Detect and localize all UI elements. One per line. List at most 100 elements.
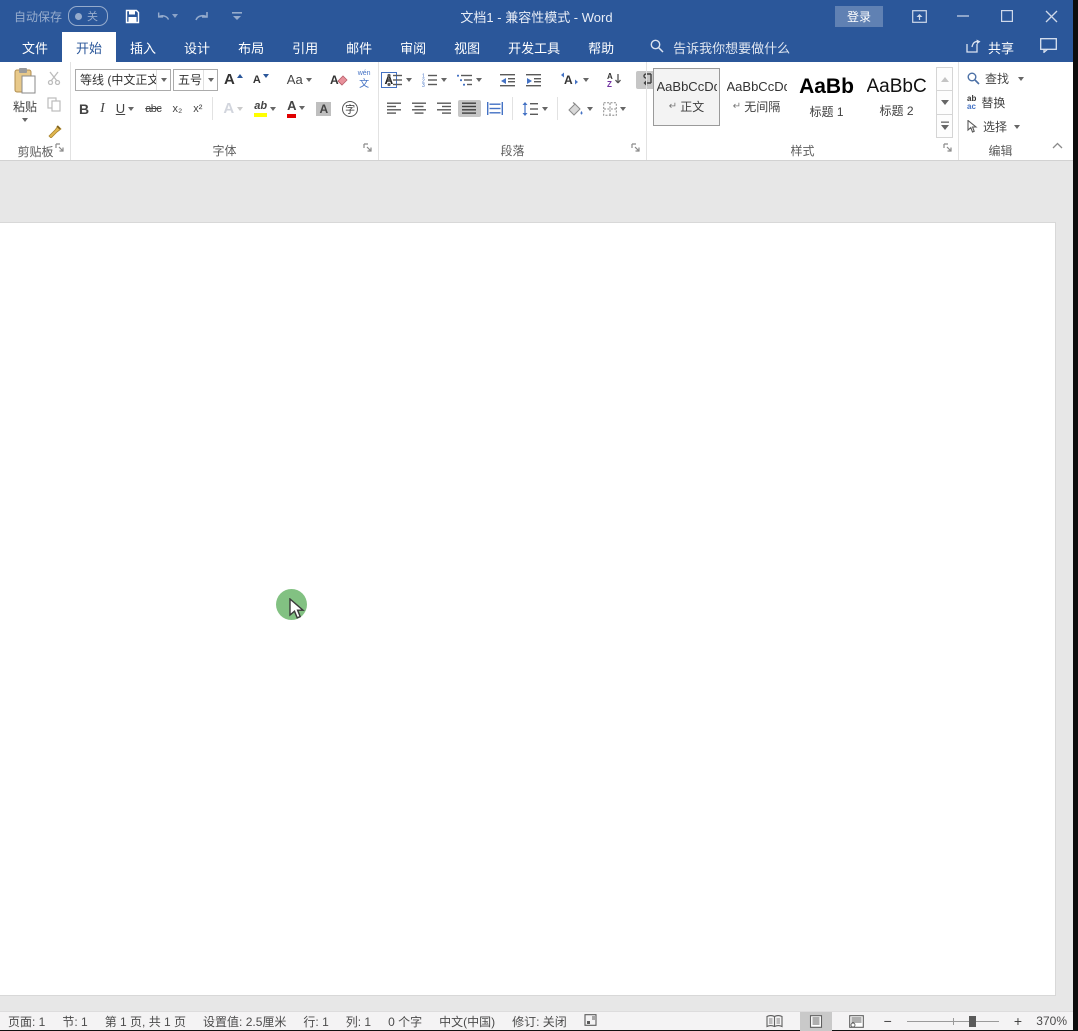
macro-record-icon[interactable] bbox=[584, 1013, 597, 1029]
tab-mailings[interactable]: 邮件 bbox=[332, 32, 386, 62]
font-size-arrow-icon[interactable] bbox=[203, 69, 217, 90]
paste-button[interactable]: 粘贴 bbox=[5, 65, 45, 143]
print-layout-icon[interactable] bbox=[799, 1011, 832, 1031]
status-page-number[interactable]: 页面: 1 bbox=[8, 1013, 45, 1030]
numbering-button[interactable]: 123 bbox=[418, 71, 451, 89]
strikethrough-button[interactable]: abc bbox=[141, 101, 165, 117]
justify-button[interactable] bbox=[458, 100, 481, 117]
text-highlight-button[interactable]: ab bbox=[250, 98, 280, 118]
paragraph-dialog-launcher-icon[interactable] bbox=[631, 142, 641, 156]
zoom-in-button[interactable]: + bbox=[1011, 1013, 1025, 1029]
clear-formatting-button[interactable]: A bbox=[326, 70, 352, 90]
status-word-count[interactable]: 0 个字 bbox=[388, 1013, 422, 1030]
tab-developer[interactable]: 开发工具 bbox=[494, 32, 574, 62]
bold-button[interactable]: B bbox=[75, 99, 93, 119]
font-color-button[interactable]: A bbox=[283, 97, 309, 119]
phonetic-guide-button[interactable]: wén 文 bbox=[354, 68, 375, 92]
status-page-count[interactable]: 第 1 页, 共 1 页 bbox=[105, 1013, 186, 1030]
tab-help[interactable]: 帮助 bbox=[574, 32, 628, 62]
select-button[interactable]: 选择 bbox=[963, 116, 1038, 137]
cut-icon[interactable] bbox=[47, 71, 62, 90]
change-case-button[interactable]: Aa bbox=[283, 70, 316, 89]
zoom-slider-handle[interactable] bbox=[968, 1015, 976, 1027]
tab-review[interactable]: 审阅 bbox=[386, 32, 440, 62]
superscript-button[interactable]: x² bbox=[189, 101, 206, 117]
collapse-ribbon-icon[interactable] bbox=[1052, 136, 1063, 154]
close-icon[interactable] bbox=[1029, 0, 1073, 32]
clipboard-dialog-launcher-icon[interactable] bbox=[55, 142, 65, 156]
redo-icon[interactable] bbox=[191, 4, 213, 28]
italic-button[interactable]: I bbox=[96, 99, 109, 119]
style-preview: AaBbCc bbox=[866, 75, 927, 97]
status-line-number[interactable]: 行: 1 bbox=[303, 1013, 328, 1030]
undo-icon[interactable] bbox=[156, 4, 179, 28]
tab-layout[interactable]: 布局 bbox=[224, 32, 278, 62]
align-center-button[interactable] bbox=[408, 100, 431, 117]
borders-button[interactable] bbox=[599, 100, 630, 118]
styles-scroll-up-icon[interactable] bbox=[936, 67, 953, 92]
signin-button[interactable]: 登录 bbox=[834, 5, 883, 27]
distribute-button[interactable] bbox=[483, 100, 507, 117]
multilevel-list-button[interactable] bbox=[453, 71, 486, 89]
tell-me-search[interactable]: 告诉我你想要做什么 bbox=[650, 32, 790, 62]
font-size-combo[interactable]: 五号 bbox=[173, 68, 218, 91]
shrink-font-button[interactable]: A bbox=[249, 72, 273, 88]
tab-insert[interactable]: 插入 bbox=[116, 32, 170, 62]
status-vertical-position[interactable]: 设置值: 2.5厘米 bbox=[203, 1013, 286, 1030]
copy-icon[interactable] bbox=[47, 97, 62, 117]
document-page[interactable] bbox=[0, 222, 1056, 996]
style-no-spacing[interactable]: AaBbCcDd ↵ 无间隔 bbox=[723, 68, 790, 126]
style-heading1[interactable]: AaBb 标题 1 bbox=[793, 68, 860, 126]
font-name-arrow-icon[interactable] bbox=[156, 69, 170, 90]
titlebar: 自动保存 关 文档1 - 兼容性模式 - Word 登录 bbox=[0, 0, 1073, 32]
autosave-toggle[interactable]: 自动保存 关 bbox=[14, 6, 109, 26]
asian-layout-button[interactable]: A bbox=[556, 70, 593, 89]
ribbon-display-options-icon[interactable] bbox=[897, 0, 941, 32]
style-normal[interactable]: AaBbCcDd ↵ 正文 bbox=[653, 68, 720, 126]
zoom-slider[interactable] bbox=[906, 1015, 999, 1027]
styles-dialog-launcher-icon[interactable] bbox=[943, 142, 953, 156]
share-button[interactable]: 共享 bbox=[966, 38, 1014, 57]
status-track-changes[interactable]: 修订: 关闭 bbox=[512, 1013, 567, 1030]
line-spacing-button[interactable] bbox=[518, 100, 552, 118]
sort-button[interactable]: AZ bbox=[603, 70, 626, 89]
tab-file[interactable]: 文件 bbox=[8, 32, 62, 62]
bullets-button[interactable] bbox=[383, 71, 416, 89]
status-language[interactable]: 中文(中国) bbox=[439, 1013, 495, 1030]
align-left-button[interactable] bbox=[383, 100, 406, 117]
underline-button[interactable]: U bbox=[112, 99, 138, 118]
increase-indent-button[interactable] bbox=[522, 71, 546, 89]
save-icon[interactable] bbox=[121, 4, 143, 28]
comment-icon[interactable] bbox=[1040, 38, 1057, 56]
format-painter-icon[interactable] bbox=[47, 124, 62, 143]
tab-references[interactable]: 引用 bbox=[278, 32, 332, 62]
styles-scroll-down-icon[interactable] bbox=[936, 90, 953, 115]
read-mode-icon[interactable] bbox=[757, 1012, 792, 1031]
styles-more-icon[interactable] bbox=[936, 113, 953, 138]
paragraph-shading-button[interactable] bbox=[563, 100, 597, 118]
tab-view[interactable]: 视图 bbox=[440, 32, 494, 62]
zoom-level[interactable]: 370% bbox=[1033, 1014, 1067, 1028]
font-dialog-launcher-icon[interactable] bbox=[363, 142, 373, 156]
grow-font-button[interactable]: A bbox=[220, 69, 247, 90]
text-effects-button[interactable]: A bbox=[219, 98, 247, 119]
customize-qat-icon[interactable] bbox=[226, 4, 248, 28]
autosave-switch[interactable]: 关 bbox=[68, 6, 109, 26]
decrease-indent-button[interactable] bbox=[496, 71, 520, 89]
zoom-out-button[interactable]: − bbox=[881, 1013, 895, 1029]
status-column[interactable]: 列: 1 bbox=[346, 1013, 371, 1030]
font-name-combo[interactable]: 等线 (中文正文) bbox=[75, 68, 171, 91]
web-layout-icon[interactable] bbox=[840, 1012, 873, 1031]
minimize-icon[interactable] bbox=[941, 0, 985, 32]
replace-button[interactable]: ab ac 替换 bbox=[963, 92, 1038, 113]
maximize-icon[interactable] bbox=[985, 0, 1029, 32]
tab-home[interactable]: 开始 bbox=[62, 32, 117, 62]
status-section[interactable]: 节: 1 bbox=[62, 1013, 87, 1030]
subscript-button[interactable]: x₂ bbox=[168, 101, 186, 117]
tab-design[interactable]: 设计 bbox=[170, 32, 224, 62]
find-button[interactable]: 查找 bbox=[963, 68, 1038, 89]
align-right-button[interactable] bbox=[433, 100, 456, 117]
enclose-characters-button[interactable]: 字 bbox=[338, 99, 362, 119]
style-heading2[interactable]: AaBbCc 标题 2 bbox=[863, 68, 930, 126]
character-shading-button[interactable]: A bbox=[312, 100, 335, 118]
